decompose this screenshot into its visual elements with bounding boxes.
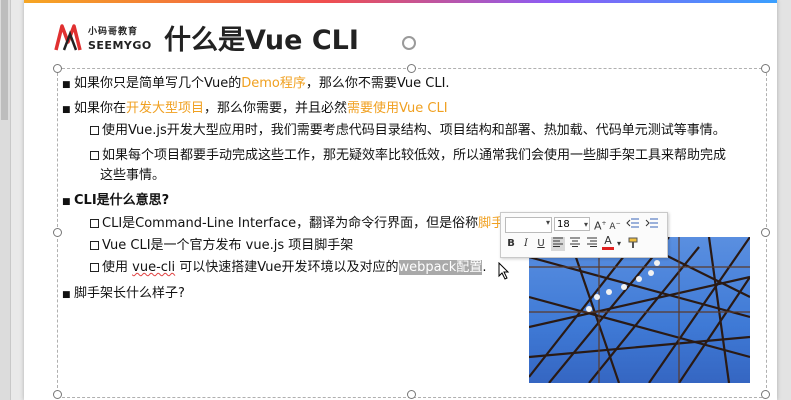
font-color-button[interactable]: A [602, 235, 614, 250]
company-logo: 小码哥教育 SEEMYGO [54, 22, 174, 56]
slide-canvas: 小码哥教育 SEEMYGO 什么是Vue CLI ■ 如果你只是简单写几个Vue的… [24, 0, 777, 400]
grow-font-button[interactable]: A+ [594, 217, 607, 233]
scaffold-illustration [529, 237, 750, 383]
selected-text: webpack配置 [398, 260, 483, 275]
scroll-thumb[interactable] [1, 0, 8, 120]
bullet-text: . [482, 260, 487, 275]
bullet-text: 如果每个项目都要手动完成这些工作，那无疑效率比较低效，所以通常我们会使用一些脚手… [102, 148, 727, 163]
highlighted-text: Demo程序 [241, 76, 306, 91]
decrease-indent-button[interactable] [625, 217, 641, 231]
bullet-item: ■ CLI是什么意思? [62, 192, 169, 211]
bullet-item: 使用Vue.js开发大型应用时，我们需要考虑代码目录结构、项目结构和部署、热加载… [90, 122, 726, 140]
mini-format-toolbar: ▾ 18 ▾ A+ A− B I U A ▾ [500, 212, 668, 258]
logo-cn: 小码哥教育 [88, 27, 139, 37]
bullet-text: ，那么你不需要Vue CLI. [305, 76, 450, 91]
chevron-down-icon: ▾ [545, 218, 550, 227]
align-right-button[interactable] [585, 237, 599, 251]
resize-handle-top-left[interactable] [53, 64, 62, 73]
font-size-value: 18 [557, 219, 570, 230]
bullet-text: 脚手架长什么样子? [74, 286, 185, 301]
resize-handle-bottom-left[interactable] [53, 390, 62, 399]
format-painter-button[interactable] [627, 237, 641, 251]
bullet-hollow-square-icon [90, 219, 99, 228]
resize-handle-bottom-right[interactable] [761, 390, 770, 399]
bullet-item: 如果每个项目都要手动完成这些工作，那无疑效率比较低效，所以通常我们会使用一些脚手… [90, 147, 726, 165]
font-name-select[interactable]: ▾ [505, 217, 552, 233]
resize-handle-right[interactable] [761, 228, 770, 237]
right-scrollbar[interactable] [776, 0, 791, 400]
bullet-item: ■ 如果你只是简单写几个Vue的Demo程序，那么你不需要Vue CLI. [62, 75, 450, 94]
align-left-button[interactable] [551, 237, 565, 251]
bullet-item: Vue CLI是一个官方发布 vue.js 项目脚手架 [90, 237, 353, 255]
bullet-square-icon: ■ [62, 197, 71, 207]
bullet-item: 这些事情。 [100, 167, 165, 185]
bullet-text: 使用Vue.js开发大型应用时，我们需要考虑代码目录结构、项目结构和部署、热加载… [102, 123, 726, 138]
slide-title[interactable]: 什么是Vue CLI [164, 18, 359, 57]
bullet-square-icon: ■ [62, 80, 71, 90]
bullet-hollow-square-icon [90, 151, 99, 160]
align-center-button[interactable] [568, 237, 582, 251]
rotate-handle-icon[interactable] [402, 36, 416, 50]
bullet-text: CLI是Command-Line Interface，翻译为命令行界面，但是俗称 [102, 216, 479, 231]
bullet-item: CLI是Command-Line Interface，翻译为命令行界面，但是俗称… [90, 215, 504, 233]
increase-indent-button[interactable] [644, 217, 660, 231]
resize-handle-top[interactable] [407, 64, 416, 73]
bullet-hollow-square-icon [90, 126, 99, 135]
logo-mark-icon [54, 24, 82, 51]
italic-button[interactable]: I [520, 237, 532, 251]
bullet-square-icon: ■ [62, 290, 71, 300]
logo-text: 小码哥教育 SEEMYGO [88, 24, 152, 52]
bullet-hollow-square-icon [90, 241, 99, 250]
logo-en: SEEMYGO [88, 39, 152, 52]
bullet-text: vue-cli [132, 260, 176, 275]
thumbnail-pane-scrollbar[interactable] [0, 0, 11, 400]
highlighted-text: 需要使用Vue CLI [347, 101, 448, 116]
bullet-square-icon: ■ [62, 105, 71, 115]
font-size-select[interactable]: 18 ▾ [554, 217, 590, 231]
increase-indent-icon [645, 218, 658, 228]
align-center-icon [570, 237, 580, 247]
bullet-hollow-square-icon [90, 263, 99, 272]
align-right-icon [587, 237, 597, 247]
shrink-font-button[interactable]: A− [609, 217, 621, 232]
bullet-text: Vue CLI是一个官方发布 vue.js 项目脚手架 [102, 238, 354, 253]
resize-handle-bottom[interactable] [407, 390, 416, 399]
chevron-down-icon: ▾ [583, 220, 588, 229]
decrease-indent-icon [626, 218, 639, 228]
bullet-item: 使用 vue-cli 可以快速搭建Vue开发环境以及对应的webpack配置. [90, 259, 486, 277]
bold-button[interactable]: B [505, 237, 517, 251]
chevron-down-icon[interactable]: ▾ [615, 237, 623, 251]
bullet-item: ■ 如果你在开发大型项目，那么你需要，并且必然需要使用Vue CLI [62, 100, 448, 119]
resize-handle-top-right[interactable] [761, 64, 770, 73]
bullet-text: 如果你只是简单写几个Vue的 [74, 76, 242, 91]
underline-button[interactable]: U [535, 237, 547, 251]
bullet-item: ■ 脚手架长什么样子? [62, 285, 185, 304]
highlighted-text: 开发大型项目 [126, 101, 205, 116]
bullet-text: 这些事情。 [100, 168, 166, 183]
resize-handle-left[interactable] [53, 228, 62, 237]
bullet-text: 可以快速搭建Vue开发环境以及对应的 [175, 260, 399, 275]
align-left-icon [553, 237, 563, 247]
slide-top-accent [24, 0, 777, 3]
bullet-text: CLI是什么意思? [74, 193, 170, 208]
mouse-cursor-icon [498, 262, 510, 280]
scaffold-photo[interactable] [529, 237, 750, 383]
format-painter-icon [628, 237, 638, 248]
grow-font-label: A [594, 219, 602, 233]
bullet-text: 如果你在 [74, 101, 127, 116]
bullet-text: 使用 [102, 260, 133, 275]
bullet-text: ，那么你需要，并且必然 [204, 101, 348, 116]
